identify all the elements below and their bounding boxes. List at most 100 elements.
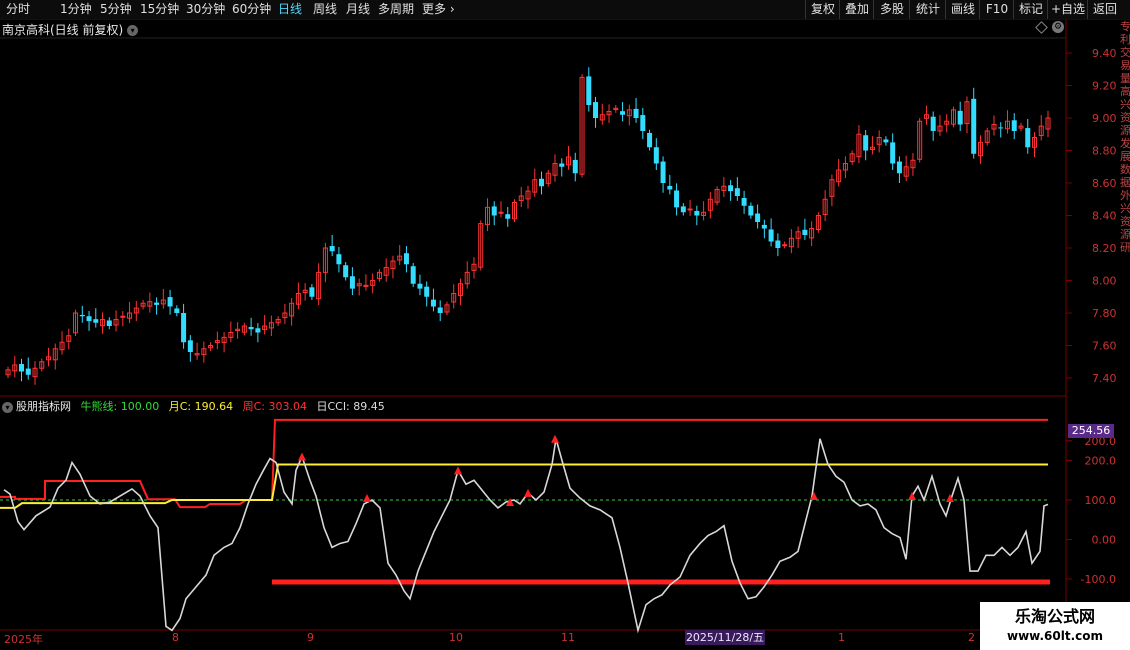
candle-body-down — [255, 328, 261, 333]
candle-body-down — [559, 163, 565, 167]
candle-body-down — [106, 320, 112, 326]
candle-body-down — [309, 287, 315, 297]
candle-body-down — [748, 205, 754, 216]
watermark-line2: www.60lt.com — [1006, 629, 1104, 643]
chart-canvas: 9.40 9.20 9.00 8.80 8.60 8.40 8.20 8.00 7.80 7.60… — [0, 20, 1117, 634]
candle-body-down — [957, 110, 963, 125]
candle-body-down — [403, 253, 409, 265]
indicator-legend: ▾ 股朋指标网 牛熊线: 100.00 月C: 190.64 周C: 303.04… — [2, 398, 391, 414]
chevron-down-icon[interactable]: ▾ — [2, 401, 13, 413]
candle-body-up — [687, 208, 693, 211]
price-label: 7.80 — [1092, 307, 1117, 320]
buy-signal-arrow — [908, 492, 916, 501]
crosshair-date: 2025/11/28/五 — [685, 630, 765, 645]
price-label: 7.60 — [1092, 340, 1117, 353]
candle-body-down — [890, 142, 896, 164]
price-label: 8.00 — [1092, 275, 1117, 288]
buy-signal-arrow — [551, 434, 559, 443]
candle-body-down — [620, 111, 626, 115]
candle-body-down — [883, 139, 889, 143]
candle-body-down — [93, 319, 99, 323]
candle-body-down — [539, 178, 545, 187]
candle-body-down — [667, 185, 673, 190]
candle-body-down — [343, 265, 349, 278]
candle-body-down — [633, 108, 639, 118]
buy-signal-arrow — [363, 494, 371, 503]
candle-body-down — [491, 206, 497, 216]
candle-body-down — [586, 76, 592, 105]
x-label-feb: 2 — [968, 631, 975, 644]
legend-bull-bear: 牛熊线: 100.00 — [80, 400, 160, 413]
legend-weekly-c: 周C: 303.04 — [242, 400, 307, 413]
indicator-name: 股朋指标网 — [16, 400, 71, 413]
candle-body-down — [653, 147, 659, 164]
candle-body-down — [248, 326, 254, 330]
candle-body-down — [25, 368, 31, 375]
candle-body-down — [998, 127, 1004, 129]
candle-body-down — [802, 229, 808, 235]
candle-body-down — [640, 115, 646, 131]
candle-body-down — [410, 266, 416, 284]
candle-body-down — [79, 314, 85, 317]
buy-signal-arrow — [524, 488, 532, 497]
daily-cci-line — [3, 438, 1049, 634]
price-label: 8.60 — [1092, 177, 1117, 190]
candle-body-down — [336, 254, 342, 265]
candle-body-down — [572, 159, 578, 174]
candle-body-down — [755, 213, 761, 222]
buy-signal-arrow — [298, 452, 306, 461]
indicator-axis-label: -100.0 — [1081, 573, 1116, 586]
candle-body-down — [761, 224, 767, 229]
legend-monthly-c: 月C: 190.64 — [168, 400, 234, 413]
candle-body-down — [734, 188, 740, 196]
candle-body-up — [363, 284, 369, 287]
watermark-logo: 乐淘公式网 www.60lt.com — [980, 602, 1130, 650]
candle-body-down — [930, 116, 936, 131]
x-label-nov: 11 — [561, 631, 575, 644]
x-label-oct: 10 — [449, 631, 463, 644]
candle-body-down — [187, 340, 193, 352]
candle-body-down — [329, 246, 335, 252]
candle-body-up — [120, 315, 126, 318]
price-label: 7.40 — [1092, 372, 1117, 385]
indicator-axis-label: 200.0 — [1085, 455, 1117, 468]
candle-body-down — [437, 307, 443, 313]
candle-body-down — [674, 190, 680, 208]
candle-body-down — [728, 185, 734, 192]
candle-body-up — [782, 244, 788, 247]
indicator-axis-label: 100.0 — [1085, 494, 1117, 507]
x-label-sep: 9 — [307, 631, 314, 644]
x-label-2025: 2025年 — [4, 633, 43, 646]
candle-body-down — [167, 297, 173, 307]
candle-body-down — [863, 135, 869, 151]
current-indicator-value: 254.56 — [1068, 424, 1114, 438]
price-label: 9.20 — [1092, 80, 1117, 93]
candle-body-down — [19, 364, 25, 372]
price-label: 8.40 — [1092, 210, 1117, 223]
candle-body-down — [174, 308, 180, 313]
candle-body-down — [86, 316, 92, 322]
price-label: 9.00 — [1092, 112, 1117, 125]
price-label: 8.20 — [1092, 242, 1117, 255]
x-label-aug: 8 — [172, 631, 179, 644]
candle-body-down — [896, 161, 902, 174]
buy-signal-arrow — [454, 466, 462, 475]
candle-body-down — [660, 161, 666, 183]
legend-daily-cci: 日CCI: 89.45 — [316, 400, 385, 413]
price-label: 8.80 — [1092, 145, 1117, 158]
candle-body-down — [349, 276, 355, 289]
candle-body-down — [694, 210, 700, 216]
candle-body-down — [971, 98, 977, 154]
candle-body-down — [1025, 128, 1031, 148]
candle-body-down — [647, 132, 653, 148]
price-label: 9.40 — [1092, 47, 1117, 60]
candle-body-down — [768, 229, 774, 242]
candle-body-down — [181, 313, 187, 343]
candle-body-down — [505, 214, 511, 219]
x-label-jan: 1 — [838, 631, 845, 644]
candle-body-down — [680, 206, 686, 213]
candle-body-down — [154, 302, 160, 305]
candle-body-down — [430, 299, 436, 307]
indicator-axis-label: 0.00 — [1092, 534, 1117, 547]
candle-body-down — [424, 286, 430, 297]
